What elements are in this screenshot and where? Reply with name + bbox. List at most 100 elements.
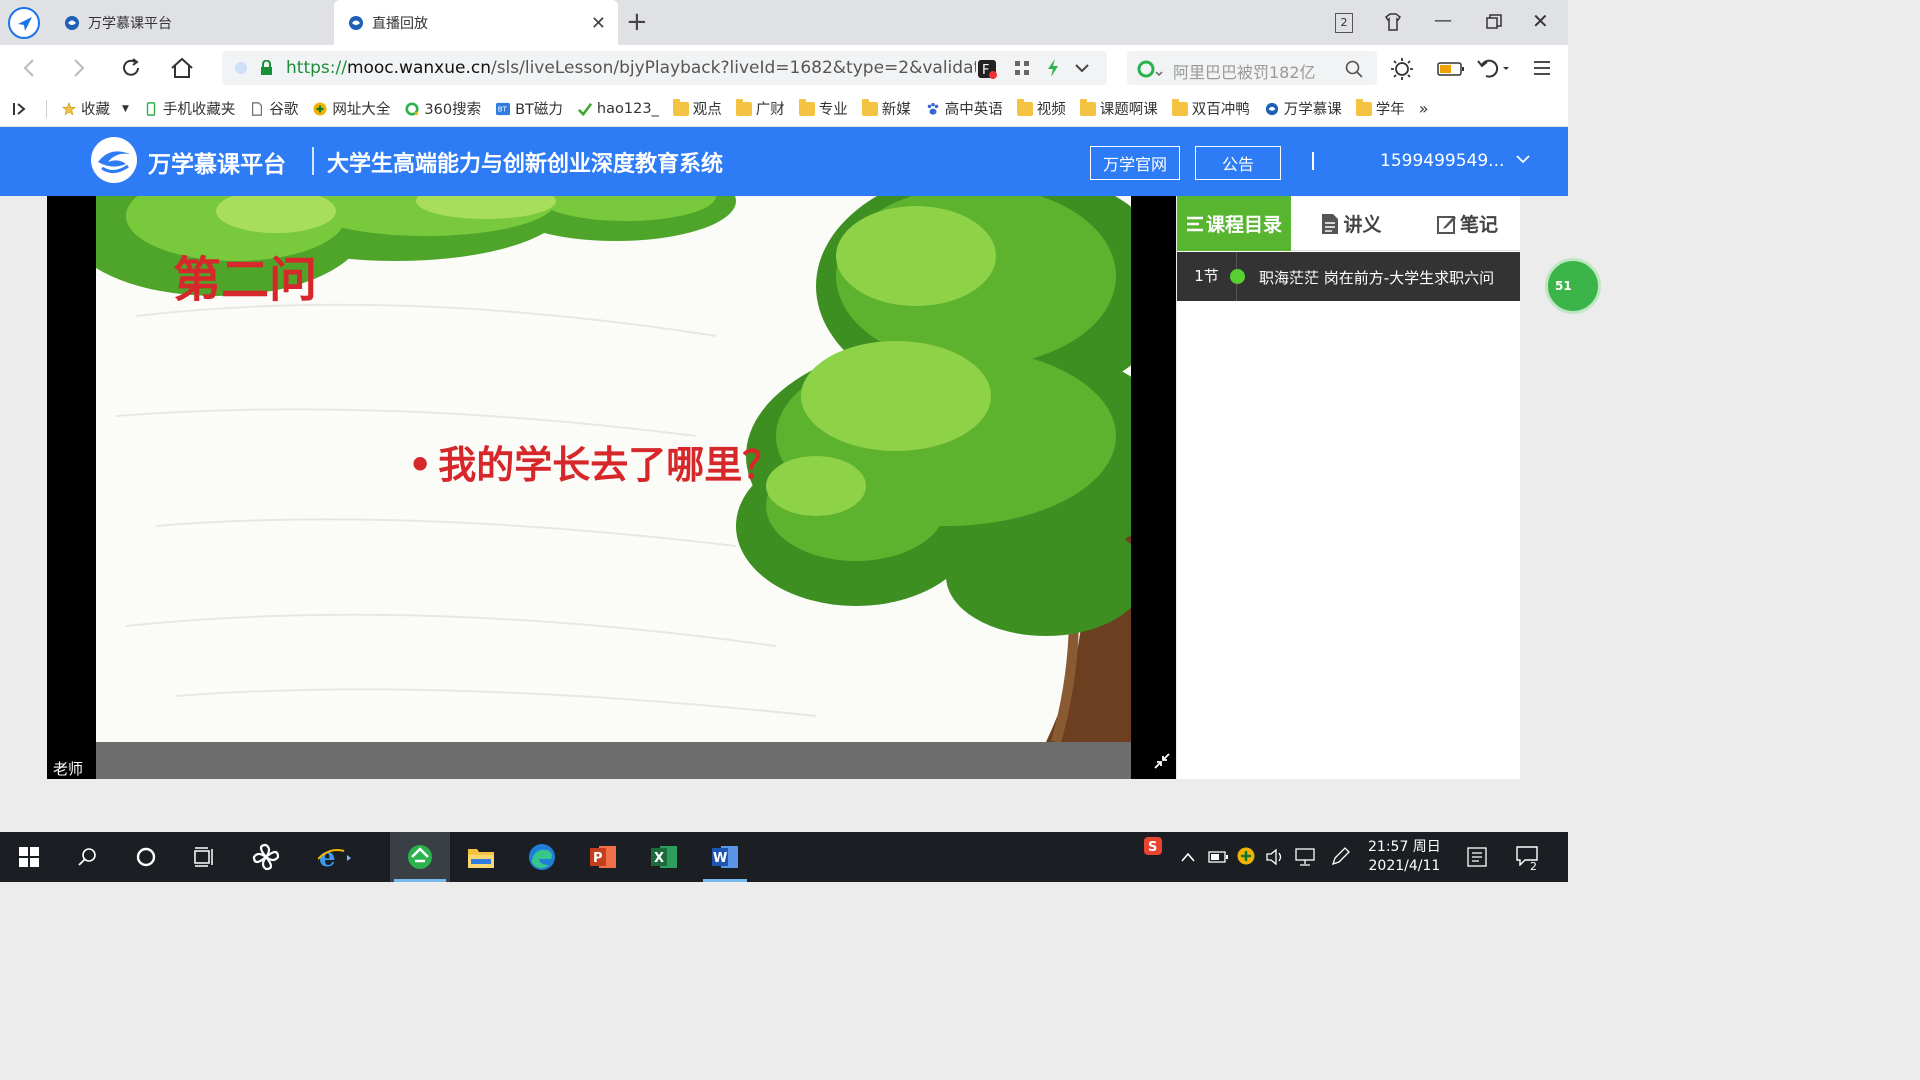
forward-button[interactable] [66,55,92,81]
network-icon[interactable] [1295,848,1317,866]
task-view-button[interactable] [179,832,231,882]
system-clock[interactable]: 21:57 周日 2021/4/11 [1368,838,1441,876]
lesson-list-item[interactable]: 1节 职海茫茫 岗在前方-大学生求职六问 [1177,252,1520,301]
bookmarks-overflow-icon[interactable]: » [1419,99,1429,118]
chevron-down-icon[interactable]: ▼ [122,104,129,114]
side-panel-tabs: 课程目录 讲义 笔记 [1177,196,1520,251]
extension-icon[interactable]: F [977,59,997,79]
video-control-bar[interactable] [96,742,1131,779]
bookmark-360-search[interactable]: 360搜索 [404,98,481,119]
exit-fullscreen-icon[interactable] [1153,752,1171,770]
bookmark-folder-school-year[interactable]: 学年 [1355,98,1405,119]
notes-icon[interactable] [1467,847,1487,867]
volume-icon[interactable] [1266,848,1286,866]
pinwheel-icon [252,843,280,871]
word-icon: W [712,846,738,868]
taskbar-app-file-explorer[interactable] [455,832,507,882]
search-placeholder: 阿里巴巴被罚182亿 [1173,63,1316,82]
bookmark-wanxue[interactable]: 万学慕课 [1264,98,1342,119]
sogou-input-icon[interactable]: S [1143,836,1163,856]
bookmark-bt[interactable]: BT BT磁力 [495,98,563,119]
bookmark-mobile[interactable]: 手机收藏夹 [143,98,235,119]
clock-date: 2021/4/11 [1368,858,1441,874]
minimize-button[interactable]: — [1434,10,1452,31]
back-button[interactable] [16,55,42,81]
search-box[interactable]: 阿里巴巴被罚182亿 [1127,51,1377,85]
edit-icon [1436,215,1456,234]
tab-wanxue-platform[interactable]: 万学慕课平台 [50,0,333,45]
taskbar-app-browser[interactable] [390,832,450,882]
home-icon [171,57,193,78]
battery-icon[interactable] [1208,850,1228,864]
bookmark-folder-newmedia[interactable]: 新媒 [861,98,911,119]
restore-button[interactable] [1486,14,1502,30]
bookmark-web-directory[interactable]: 网址大全 [312,98,390,119]
sun-icon[interactable] [1390,57,1414,81]
tab-close-icon[interactable]: ✕ [591,13,606,34]
web-directory-icon[interactable] [1237,847,1255,865]
bookmark-hao123[interactable]: hao123_ [577,101,659,117]
official-site-button[interactable]: 万学官网 [1090,146,1180,180]
home-button[interactable] [169,55,195,81]
site-title: 万学慕课平台 [148,152,286,178]
floating-assistant-badge[interactable]: 51 [1545,258,1601,314]
bookmark-highschool-english[interactable]: 高中英语 [925,98,1003,119]
bookmark-folder-video[interactable]: 视频 [1016,98,1066,119]
site-header: 万学慕课平台 大学生高端能力与创新创业深度教育系统 万学官网 公告 159949… [0,127,1568,196]
star-icon [62,101,76,115]
taskbar-app-ie[interactable]: e [305,832,365,882]
browser-tab-strip: 万学慕课平台 直播回放 ✕ + 2 — ✕ [0,0,1568,45]
chevron-left-icon [23,59,34,77]
svg-text:S: S [1148,840,1157,855]
start-button[interactable] [3,832,55,882]
taskbar-app-powerpoint[interactable]: P [577,832,629,882]
svg-text:X: X [654,851,664,866]
user-account-menu[interactable]: 1599499549... [1380,151,1530,171]
bookmark-folder-viewpoint[interactable]: 观点 [672,98,722,119]
bookmark-folder-guangcai[interactable]: 广财 [735,98,785,119]
taskbar-app-edge[interactable] [516,832,568,882]
menu-icon[interactable] [1533,60,1551,76]
wanxue-logo-icon[interactable] [90,136,138,184]
folder-icon [468,849,494,868]
search-icon[interactable] [1345,60,1363,78]
speaker-label: 老师 [53,760,84,778]
reload-button[interactable] [118,55,144,81]
browser-logo-icon[interactable] [8,7,40,39]
new-tab-button[interactable]: + [626,8,648,36]
tshirt-icon[interactable] [1383,12,1403,32]
tab-count-badge[interactable]: 2 [1335,13,1353,33]
pen-icon[interactable] [1330,847,1350,867]
address-bar[interactable]: https://mooc.wanxue.cn/sls/liveLesson/bj… [222,51,1107,85]
close-window-button[interactable]: ✕ [1532,9,1549,33]
chevron-up-icon[interactable] [1180,851,1196,863]
tab-handout[interactable]: 讲义 [1309,196,1394,251]
battery-icon[interactable] [1437,61,1465,77]
taskbar-app-word[interactable]: W [699,832,751,882]
url-text[interactable]: https://mooc.wanxue.cn/sls/liveLesson/bj… [286,58,976,78]
video-player[interactable]: 第二问 我的学长去了哪里？ 老师 [47,196,1176,779]
folder-icon [798,98,815,116]
bookmark-folder-topics[interactable]: 课题啊课 [1079,98,1158,119]
taskbar-search-button[interactable] [62,832,114,882]
undo-icon[interactable] [1476,57,1510,79]
bookmark-folder-major[interactable]: 专业 [798,98,848,119]
chevron-right-icon [74,59,85,77]
tab-notes[interactable]: 笔记 [1425,196,1510,251]
bookmark-google[interactable]: 谷歌 [249,98,298,119]
taskbar-app-pinwheel[interactable] [240,832,292,882]
tab-course-catalog[interactable]: 课程目录 [1177,196,1291,251]
announcement-button[interactable]: 公告 [1195,146,1281,180]
search-engine-icon[interactable] [1137,60,1163,78]
chevron-down-icon[interactable] [1074,62,1090,74]
cortana-button[interactable] [120,832,172,882]
lightning-icon[interactable] [1046,59,1060,77]
tab-live-playback[interactable]: 直播回放 ✕ [334,0,618,45]
windows-logo-icon [19,847,39,867]
sidebar-toggle-icon[interactable] [12,101,28,117]
qr-code-icon[interactable] [1015,61,1029,75]
site-info-icon[interactable] [234,61,248,75]
taskbar-app-excel[interactable]: X [638,832,690,882]
bookmark-favorites[interactable]: 收藏 ▼ [61,98,129,119]
bookmark-folder-shuangbai[interactable]: 双百冲鸭 [1171,98,1250,119]
